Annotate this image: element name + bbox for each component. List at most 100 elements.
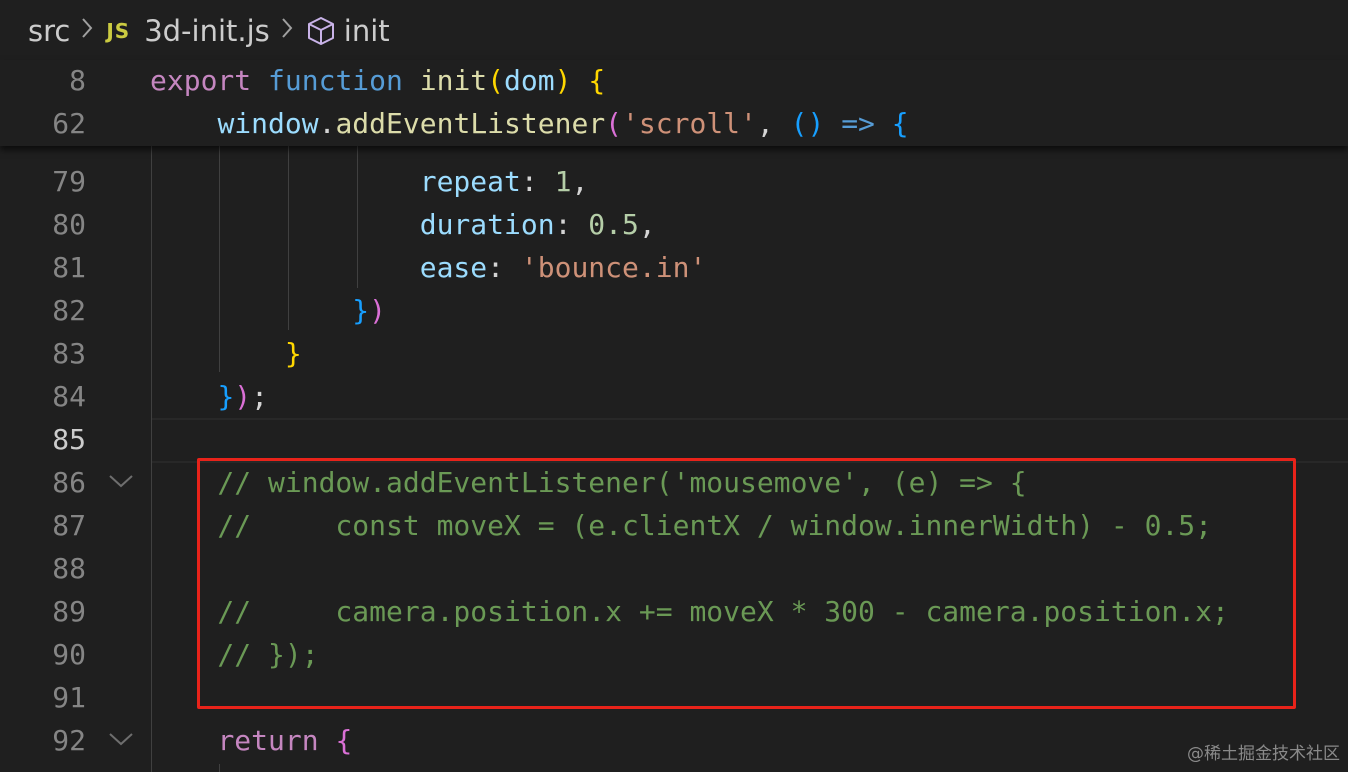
line-number[interactable]: 84 (0, 375, 86, 418)
code-line[interactable]: 92 return { (0, 719, 1348, 762)
code-token: } (352, 294, 370, 327)
breadcrumb-file[interactable]: JS 3d-init.js (106, 14, 269, 48)
fold-chevron-icon[interactable] (108, 731, 134, 747)
code-token: , (571, 165, 589, 198)
code-token: ) (554, 64, 572, 97)
indent-guide (357, 146, 358, 288)
code-token: addEventListener (335, 107, 606, 140)
code-token: init (419, 64, 488, 97)
line-number[interactable]: 83 (0, 332, 86, 375)
code-text[interactable]: } (150, 332, 302, 375)
code-line[interactable]: 83 } (0, 332, 1348, 375)
code-token: repeat (419, 165, 521, 198)
indent-guide (151, 146, 152, 772)
code-token: } (217, 380, 235, 413)
code-token: : (487, 251, 521, 284)
code-token: duration (419, 208, 555, 241)
line-number[interactable]: 88 (0, 547, 86, 590)
breadcrumb-symbol[interactable]: init (306, 14, 390, 48)
code-token: => (841, 107, 875, 140)
code-token: dom (504, 64, 555, 97)
line-number[interactable]: 86 (0, 461, 86, 504)
indent-guide (219, 764, 220, 772)
breadcrumb-folder[interactable]: src (28, 14, 70, 48)
chevron-right-icon (80, 16, 94, 46)
code-token: export (150, 64, 252, 97)
code-line[interactable]: 82 }) (0, 289, 1348, 332)
line-number[interactable]: 62 (0, 102, 86, 145)
annotation-highlight-box (197, 458, 1296, 709)
code-token: 'scroll' (622, 107, 757, 140)
code-token: function (268, 64, 403, 97)
code-token: 'bounce.in' (520, 251, 707, 284)
code-token: . (318, 107, 336, 140)
code-line[interactable]: 85 (0, 418, 1348, 461)
code-token: ( (487, 64, 505, 97)
code-token: ( (605, 107, 623, 140)
code-line[interactable]: 62 window.addEventListener('scroll', () … (0, 102, 1348, 145)
code-line[interactable]: 8 export function init(dom) { (0, 59, 1348, 102)
sticky-scroll-header[interactable]: 8 export function init(dom) {62 window.ad… (0, 60, 1348, 146)
code-token: ease (419, 251, 488, 284)
line-number[interactable]: 82 (0, 289, 86, 332)
line-number[interactable]: 91 (0, 676, 86, 719)
code-token: 0.5 (588, 208, 639, 241)
code-token: : (554, 208, 589, 241)
code-token: ) (234, 380, 252, 413)
line-number[interactable]: 89 (0, 590, 86, 633)
line-number[interactable]: 90 (0, 633, 86, 676)
line-number[interactable]: 87 (0, 504, 86, 547)
breadcrumb: src JS 3d-init.js init (0, 0, 1348, 62)
code-text[interactable]: }); (150, 375, 268, 418)
code-text[interactable]: repeat: 1, (150, 160, 589, 203)
code-token: return (217, 724, 319, 757)
method-cube-icon (306, 16, 336, 46)
line-number[interactable]: 80 (0, 203, 86, 246)
watermark: @稀土掘金技术社区 (1187, 744, 1340, 764)
code-token: { (335, 724, 353, 757)
code-token: ; (251, 380, 269, 413)
code-line[interactable]: 79 repeat: 1, (0, 160, 1348, 203)
indent-guide (288, 146, 289, 330)
code-text[interactable]: }) (150, 289, 386, 332)
code-text[interactable]: ease: 'bounce.in' (150, 246, 707, 289)
line-number[interactable]: 85 (0, 418, 86, 461)
code-token: , (756, 107, 791, 140)
code-token: { (891, 107, 909, 140)
code-text[interactable]: duration: 0.5, (150, 203, 656, 246)
code-token: 1 (554, 165, 572, 198)
javascript-file-icon: JS (106, 19, 131, 43)
code-line[interactable]: 80 duration: 0.5, (0, 203, 1348, 246)
code-text[interactable]: window.addEventListener('scroll', () => … (150, 102, 909, 145)
code-token: ) (369, 294, 387, 327)
code-text[interactable]: return { (150, 719, 352, 762)
code-token: window (217, 107, 319, 140)
line-number[interactable]: 8 (0, 59, 86, 102)
code-token: () (790, 107, 825, 140)
code-token: } (284, 337, 302, 370)
code-line[interactable]: 81 ease: 'bounce.in' (0, 246, 1348, 289)
fold-chevron-icon[interactable] (108, 473, 134, 489)
indent-guide (219, 146, 220, 372)
code-token: , (638, 208, 656, 241)
chevron-right-icon (280, 16, 294, 46)
line-number[interactable]: 92 (0, 719, 86, 762)
line-number[interactable]: 79 (0, 160, 86, 203)
code-line[interactable]: 84 }); (0, 375, 1348, 418)
code-text[interactable]: export function init(dom) { (150, 59, 605, 102)
line-number[interactable]: 81 (0, 246, 86, 289)
